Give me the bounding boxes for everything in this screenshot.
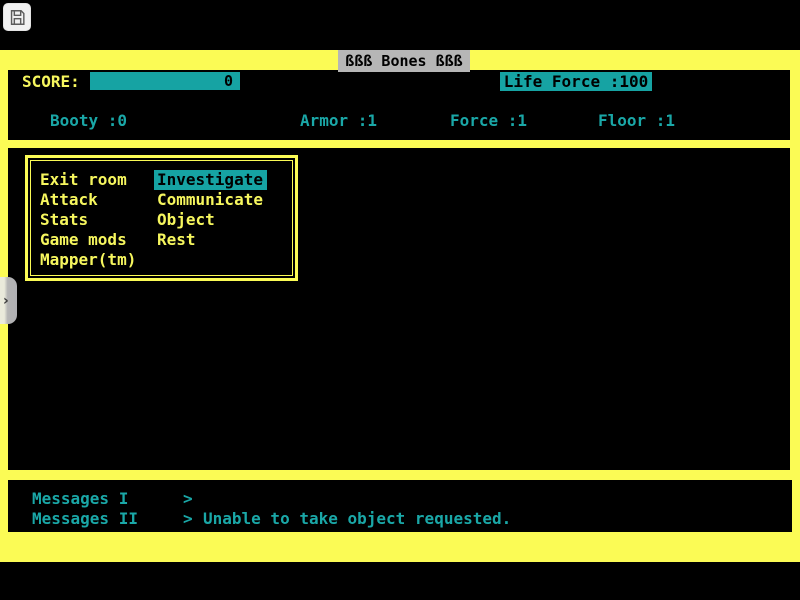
menu-item[interactable]: Stats — [40, 210, 88, 230]
action-menu: Exit room Attack Stats Game mods Mapper(… — [25, 155, 298, 281]
menu-item[interactable]: Object — [157, 210, 215, 230]
message-row: Messages I > — [8, 489, 792, 509]
menu-item[interactable]: Mapper(tm) — [40, 250, 136, 270]
status-panel: SCORE: 0 Life Force :100 Booty :0 Armor … — [8, 70, 790, 140]
score-label: SCORE: — [22, 72, 80, 91]
life-force-badge: Life Force :100 — [500, 72, 652, 91]
score-bar: 0 — [90, 72, 240, 90]
stat-armor: Armor :1 — [300, 111, 377, 130]
menu-item[interactable]: Rest — [157, 230, 196, 250]
stat-booty: Booty :0 — [50, 111, 127, 130]
menu-column-left: Exit room Attack Stats Game mods Mapper(… — [40, 170, 136, 270]
menu-item[interactable]: Game mods — [40, 230, 127, 250]
messages-panel: Messages I > Messages II > Unable to tak… — [8, 480, 792, 532]
action-menu-inner: Exit room Attack Stats Game mods Mapper(… — [30, 160, 293, 276]
message-text: Unable to take object requested. — [203, 509, 511, 528]
menu-item[interactable]: Communicate — [157, 190, 263, 210]
save-icon — [8, 8, 27, 27]
chevron-right-icon: › — [0, 294, 9, 308]
score-value: 0 — [224, 72, 233, 90]
stat-force: Force :1 — [450, 111, 527, 130]
message-prompt: > — [183, 509, 193, 528]
message-row: Messages II > Unable to take object requ… — [8, 509, 792, 529]
menu-item[interactable]: Investigate — [154, 170, 267, 190]
drawer-toggle[interactable]: › — [0, 277, 17, 324]
stat-floor: Floor :1 — [598, 111, 675, 130]
message-label: Messages I — [32, 489, 128, 508]
menu-item[interactable]: Attack — [40, 190, 98, 210]
message-prompt: > — [183, 489, 193, 508]
save-button[interactable] — [3, 3, 31, 31]
game-frame: ßßß Bones ßßß SCORE: 0 Life Force :100 B… — [0, 50, 800, 562]
main-viewport: Exit room Attack Stats Game mods Mapper(… — [8, 148, 790, 470]
message-label: Messages II — [32, 509, 138, 528]
menu-item[interactable]: Exit room — [40, 170, 127, 190]
menu-column-right: Investigate Communicate Object Rest — [157, 170, 267, 250]
page-title: ßßß Bones ßßß — [338, 50, 470, 72]
game-screen: ßßß Bones ßßß SCORE: 0 Life Force :100 B… — [0, 0, 800, 600]
